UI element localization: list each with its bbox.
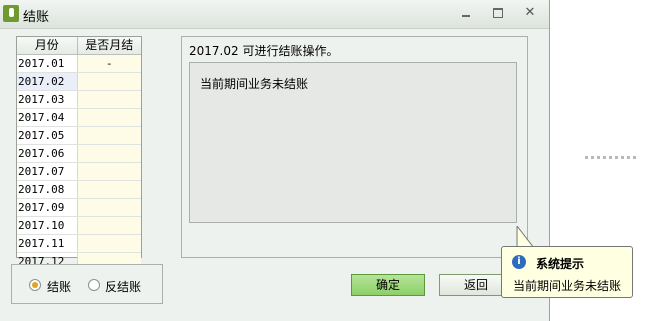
table-row[interactable]: 2017.06 xyxy=(17,145,141,163)
window-title: 结账 xyxy=(23,10,50,25)
month-cell: 2017.09 xyxy=(17,199,78,216)
title-bar[interactable]: 结账 ✕ xyxy=(0,0,549,29)
tooltip-tail xyxy=(516,226,535,248)
table-row[interactable]: 2017.04 xyxy=(17,109,141,127)
table-row[interactable]: 2017.08 xyxy=(17,181,141,199)
status-message: 2017.02 可进行结账操作。 xyxy=(189,44,339,58)
close-period-dialog: 结账 ✕ 月份 是否月结 2017.01-2017.02 2017.03 2017.… xyxy=(0,0,550,321)
table-header: 月份 是否月结 xyxy=(17,37,141,55)
closed-cell xyxy=(77,145,141,162)
resize-grip-dots[interactable] xyxy=(585,156,637,159)
table-row[interactable]: 2017.05 xyxy=(17,127,141,145)
tooltip-title: 系统提示 xyxy=(536,257,585,271)
closed-cell xyxy=(77,163,141,180)
close-icon[interactable]: ✕ xyxy=(522,6,538,20)
table-row[interactable]: 2017.07 xyxy=(17,163,141,181)
closed-cell xyxy=(77,199,141,216)
closed-cell xyxy=(77,109,141,126)
app-icon xyxy=(3,5,19,22)
closed-cell xyxy=(77,91,141,108)
month-cell: 2017.02 xyxy=(17,73,78,90)
month-cell: 2017.03 xyxy=(17,91,78,108)
closed-cell xyxy=(77,217,141,234)
table-row[interactable]: 2017.10 xyxy=(17,217,141,235)
tooltip-body: 当前期间业务未结账 xyxy=(513,279,622,293)
detail-text: 当前期间业务未结账 xyxy=(200,77,309,91)
month-cell: 2017.01 xyxy=(17,55,78,72)
table-row[interactable]: 2017.09 xyxy=(17,199,141,217)
month-cell: 2017.05 xyxy=(17,127,78,144)
info-icon: i xyxy=(512,255,526,269)
table-row[interactable]: 2017.02 xyxy=(17,73,141,91)
month-cell: 2017.08 xyxy=(17,181,78,198)
closed-cell xyxy=(77,73,141,90)
table-row[interactable]: 2017.03 xyxy=(17,91,141,109)
maximize-icon[interactable] xyxy=(490,6,506,20)
message-panel: 2017.02 可进行结账操作。 当前期间业务未结账 xyxy=(181,36,528,258)
column-header-month: 月份 xyxy=(17,37,78,54)
month-cell: 2017.07 xyxy=(17,163,78,180)
closed-cell xyxy=(77,235,141,252)
close-radio-label[interactable]: 结账 xyxy=(47,278,71,295)
closed-cell: - xyxy=(77,55,141,72)
closed-cell xyxy=(77,181,141,198)
month-cell: 2017.06 xyxy=(17,145,78,162)
close-radio[interactable] xyxy=(29,279,41,291)
table-row[interactable]: 2017.11 xyxy=(17,235,141,253)
table-body: 2017.01-2017.02 2017.03 2017.04 2017.05 2017… xyxy=(17,55,141,271)
minimize-icon[interactable] xyxy=(458,6,474,20)
month-cell: 2017.04 xyxy=(17,109,78,126)
system-tooltip: i 系统提示 当前期间业务未结账 xyxy=(501,246,633,298)
operation-radio-group: 结账 反结账 xyxy=(11,264,163,304)
reverse-close-radio-label[interactable]: 反结账 xyxy=(105,278,141,295)
month-cell: 2017.10 xyxy=(17,217,78,234)
month-cell: 2017.11 xyxy=(17,235,78,252)
reverse-close-radio[interactable] xyxy=(88,279,100,291)
detail-textarea[interactable]: 当前期间业务未结账 xyxy=(189,62,517,223)
period-table: 月份 是否月结 2017.01-2017.02 2017.03 2017.04 201… xyxy=(16,36,142,271)
table-row[interactable]: 2017.01- xyxy=(17,55,141,73)
confirm-button[interactable]: 确定 xyxy=(351,274,425,296)
closed-cell xyxy=(77,127,141,144)
column-header-closed: 是否月结 xyxy=(85,38,134,52)
